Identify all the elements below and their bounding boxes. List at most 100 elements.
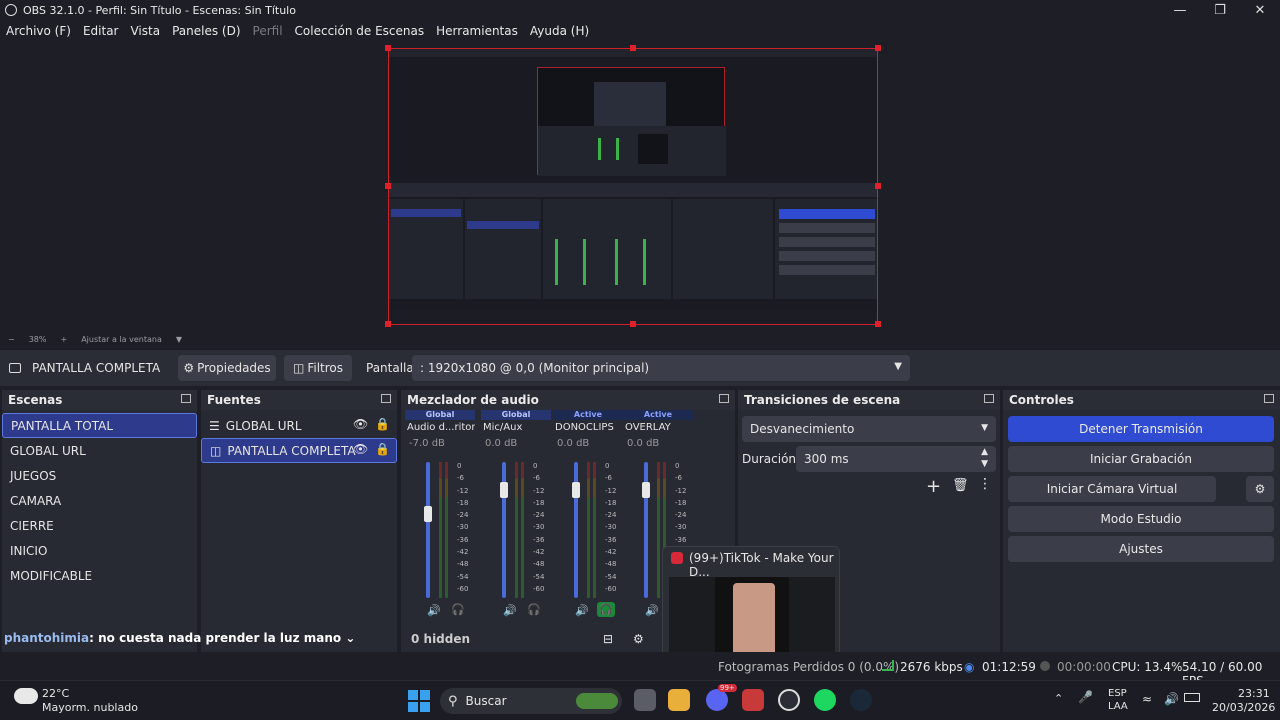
fader-handle[interactable] bbox=[572, 482, 580, 499]
zoom-fit-select[interactable]: Ajustar a la ventana bbox=[81, 335, 162, 344]
browser-icon[interactable] bbox=[742, 689, 764, 711]
discord-icon[interactable] bbox=[706, 689, 728, 711]
mute-speaker-icon[interactable]: 🔊 bbox=[575, 604, 589, 617]
resize-handle[interactable] bbox=[875, 183, 881, 189]
monitor-headphones-icon[interactable]: 🎧 bbox=[525, 602, 543, 617]
scene-item[interactable]: INICIO bbox=[2, 538, 197, 563]
fader-handle[interactable] bbox=[424, 505, 432, 522]
channel-name[interactable]: OVERLAY bbox=[623, 420, 693, 436]
chevron-up-icon[interactable]: ▲ bbox=[981, 447, 988, 457]
zoom-out-button[interactable]: − bbox=[8, 335, 15, 344]
clock-date[interactable]: 20/03/2026 bbox=[1212, 701, 1275, 714]
chevron-down-icon[interactable]: ▼ bbox=[981, 459, 988, 469]
monitor-headphones-icon[interactable]: 🎧 bbox=[597, 602, 615, 617]
lang-primary[interactable]: ESP bbox=[1108, 688, 1127, 699]
mute-speaker-icon[interactable]: 🔊 bbox=[503, 604, 517, 617]
steam-icon[interactable] bbox=[850, 689, 872, 711]
resize-handle[interactable] bbox=[875, 321, 881, 327]
preview-canvas[interactable] bbox=[388, 48, 878, 325]
virtual-camera-settings-button[interactable]: ⚙ bbox=[1246, 476, 1274, 502]
source-item[interactable]: ☰ GLOBAL URL 👁 🔒 bbox=[201, 413, 397, 438]
weather-temp[interactable]: 22°C bbox=[42, 687, 69, 700]
wifi-icon[interactable]: ≈ bbox=[1142, 692, 1152, 706]
mixer-layout-icon[interactable]: ⊟ bbox=[603, 632, 613, 646]
fader-handle[interactable] bbox=[642, 482, 650, 499]
zoom-in-button[interactable]: + bbox=[60, 335, 67, 344]
menu-coleccion-escenas[interactable]: Colección de Escenas bbox=[295, 24, 425, 38]
lang-secondary[interactable]: LAA bbox=[1108, 701, 1128, 712]
visibility-eye-icon[interactable]: 👁 bbox=[353, 442, 368, 456]
scene-item[interactable]: JUEGOS bbox=[2, 463, 197, 488]
taskbar-search[interactable]: ⚲ Buscar bbox=[440, 688, 622, 714]
weather-cloud-icon[interactable] bbox=[14, 688, 38, 704]
duration-spinbox[interactable]: 300 ms ▲ ▼ bbox=[796, 446, 996, 472]
obs-icon[interactable] bbox=[778, 689, 800, 711]
scene-item[interactable]: CIERRE bbox=[2, 513, 197, 538]
menu-ayuda[interactable]: Ayuda (H) bbox=[530, 24, 589, 38]
trash-icon[interactable]: 🗑 bbox=[952, 478, 969, 493]
menu-archivo[interactable]: Archivo (F) bbox=[6, 24, 71, 38]
more-options-icon[interactable]: ⋮ bbox=[978, 476, 992, 492]
scene-item[interactable]: PANTALLA TOTAL bbox=[2, 413, 197, 438]
gear-icon[interactable]: ⚙ bbox=[633, 632, 644, 646]
lock-icon[interactable]: 🔒 bbox=[375, 442, 390, 456]
menu-vista[interactable]: Vista bbox=[130, 24, 160, 38]
filters-button[interactable]: ◫ Filtros bbox=[284, 355, 352, 381]
meter-tick: -42 bbox=[533, 548, 545, 557]
visibility-eye-icon[interactable]: 👁 bbox=[353, 417, 368, 431]
taskbar-preview-tooltip[interactable]: (99+)TikTok - Make Your D... bbox=[662, 546, 840, 664]
restore-icon[interactable]: ❐ bbox=[1200, 0, 1240, 20]
resize-handle[interactable] bbox=[385, 45, 391, 51]
fader-handle[interactable] bbox=[500, 482, 508, 499]
spotify-icon[interactable] bbox=[814, 689, 836, 711]
chevron-down-icon[interactable]: ▼ bbox=[176, 335, 182, 344]
undock-icon[interactable] bbox=[381, 394, 391, 403]
properties-button[interactable]: ⚙ Propiedades bbox=[178, 355, 276, 381]
resize-handle[interactable] bbox=[385, 183, 391, 189]
undock-icon[interactable] bbox=[1264, 394, 1274, 403]
mute-speaker-icon[interactable]: 🔊 bbox=[645, 604, 659, 617]
undock-icon[interactable] bbox=[984, 394, 994, 403]
resize-handle[interactable] bbox=[630, 321, 636, 327]
battery-icon[interactable] bbox=[1184, 693, 1200, 702]
source-item[interactable]: ◫ PANTALLA COMPLETA 👁 🔒 bbox=[201, 438, 397, 463]
start-recording-button[interactable]: Iniciar Grabación bbox=[1008, 446, 1274, 472]
channel-name[interactable]: Audio d...ritorio bbox=[405, 420, 475, 436]
settings-button[interactable]: Ajustes bbox=[1008, 536, 1274, 562]
menu-editar[interactable]: Editar bbox=[83, 24, 119, 38]
resize-handle[interactable] bbox=[385, 321, 391, 327]
scene-item[interactable]: MODIFICABLE bbox=[2, 563, 197, 588]
volume-fader[interactable] bbox=[426, 462, 430, 598]
menu-herramientas[interactable]: Herramientas bbox=[436, 24, 518, 38]
transition-select[interactable]: Desvanecimiento ▼ bbox=[742, 416, 996, 442]
channel-tag: Active bbox=[553, 410, 623, 420]
channel-name[interactable]: Mic/Aux bbox=[481, 420, 551, 436]
scene-item[interactable]: GLOBAL URL bbox=[2, 438, 197, 463]
mute-speaker-icon[interactable]: 🔊 bbox=[427, 604, 441, 617]
add-icon[interactable]: + bbox=[926, 476, 941, 497]
channel-name[interactable]: DONOCLIPS bbox=[553, 420, 623, 436]
menu-paneles[interactable]: Paneles (D) bbox=[172, 24, 240, 38]
monitor-headphones-icon[interactable]: 🎧 bbox=[449, 602, 467, 617]
windows-start-icon[interactable] bbox=[408, 690, 430, 712]
undock-icon[interactable] bbox=[181, 394, 191, 403]
display-select[interactable]: : 1920x1080 @ 0,0 (Monitor principal) ▼ bbox=[412, 355, 910, 381]
start-virtual-camera-button[interactable]: Iniciar Cámara Virtual bbox=[1008, 476, 1216, 502]
microphone-icon[interactable]: 🎤 bbox=[1078, 690, 1093, 704]
task-view-icon[interactable] bbox=[634, 689, 656, 711]
stop-stream-button[interactable]: Detener Transmisión bbox=[1008, 416, 1274, 442]
resize-handle[interactable] bbox=[630, 45, 636, 51]
lock-icon[interactable]: 🔒 bbox=[375, 417, 390, 431]
close-icon[interactable]: ✕ bbox=[1240, 0, 1280, 20]
scene-item[interactable]: CAMARA bbox=[2, 488, 197, 513]
minimize-icon[interactable]: — bbox=[1160, 0, 1200, 20]
undock-icon[interactable] bbox=[719, 394, 729, 403]
volume-icon[interactable]: 🔊 bbox=[1164, 692, 1179, 706]
clock-time[interactable]: 23:31 bbox=[1238, 687, 1270, 700]
chevron-up-icon[interactable]: ⌃ bbox=[1054, 692, 1063, 705]
menu-perfil[interactable]: Perfil bbox=[253, 24, 283, 38]
studio-mode-button[interactable]: Modo Estudio bbox=[1008, 506, 1274, 532]
file-explorer-icon[interactable] bbox=[668, 689, 690, 711]
weather-desc[interactable]: Mayorm. nublado bbox=[42, 701, 138, 714]
resize-handle[interactable] bbox=[875, 45, 881, 51]
